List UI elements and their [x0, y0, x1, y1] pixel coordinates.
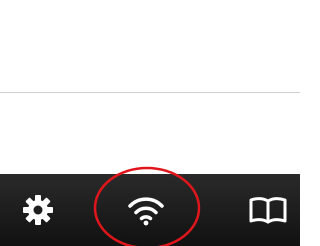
book-icon — [248, 195, 288, 225]
wifi-icon — [126, 194, 166, 226]
app-screen — [0, 0, 300, 246]
settings-button[interactable] — [8, 174, 68, 246]
bookmarks-button[interactable] — [238, 174, 298, 246]
gear-icon — [21, 193, 55, 227]
list-item[interactable] — [0, 0, 300, 93]
wifi-button[interactable] — [116, 174, 176, 246]
list-item[interactable] — [0, 93, 300, 174]
bottom-toolbar — [0, 174, 300, 246]
